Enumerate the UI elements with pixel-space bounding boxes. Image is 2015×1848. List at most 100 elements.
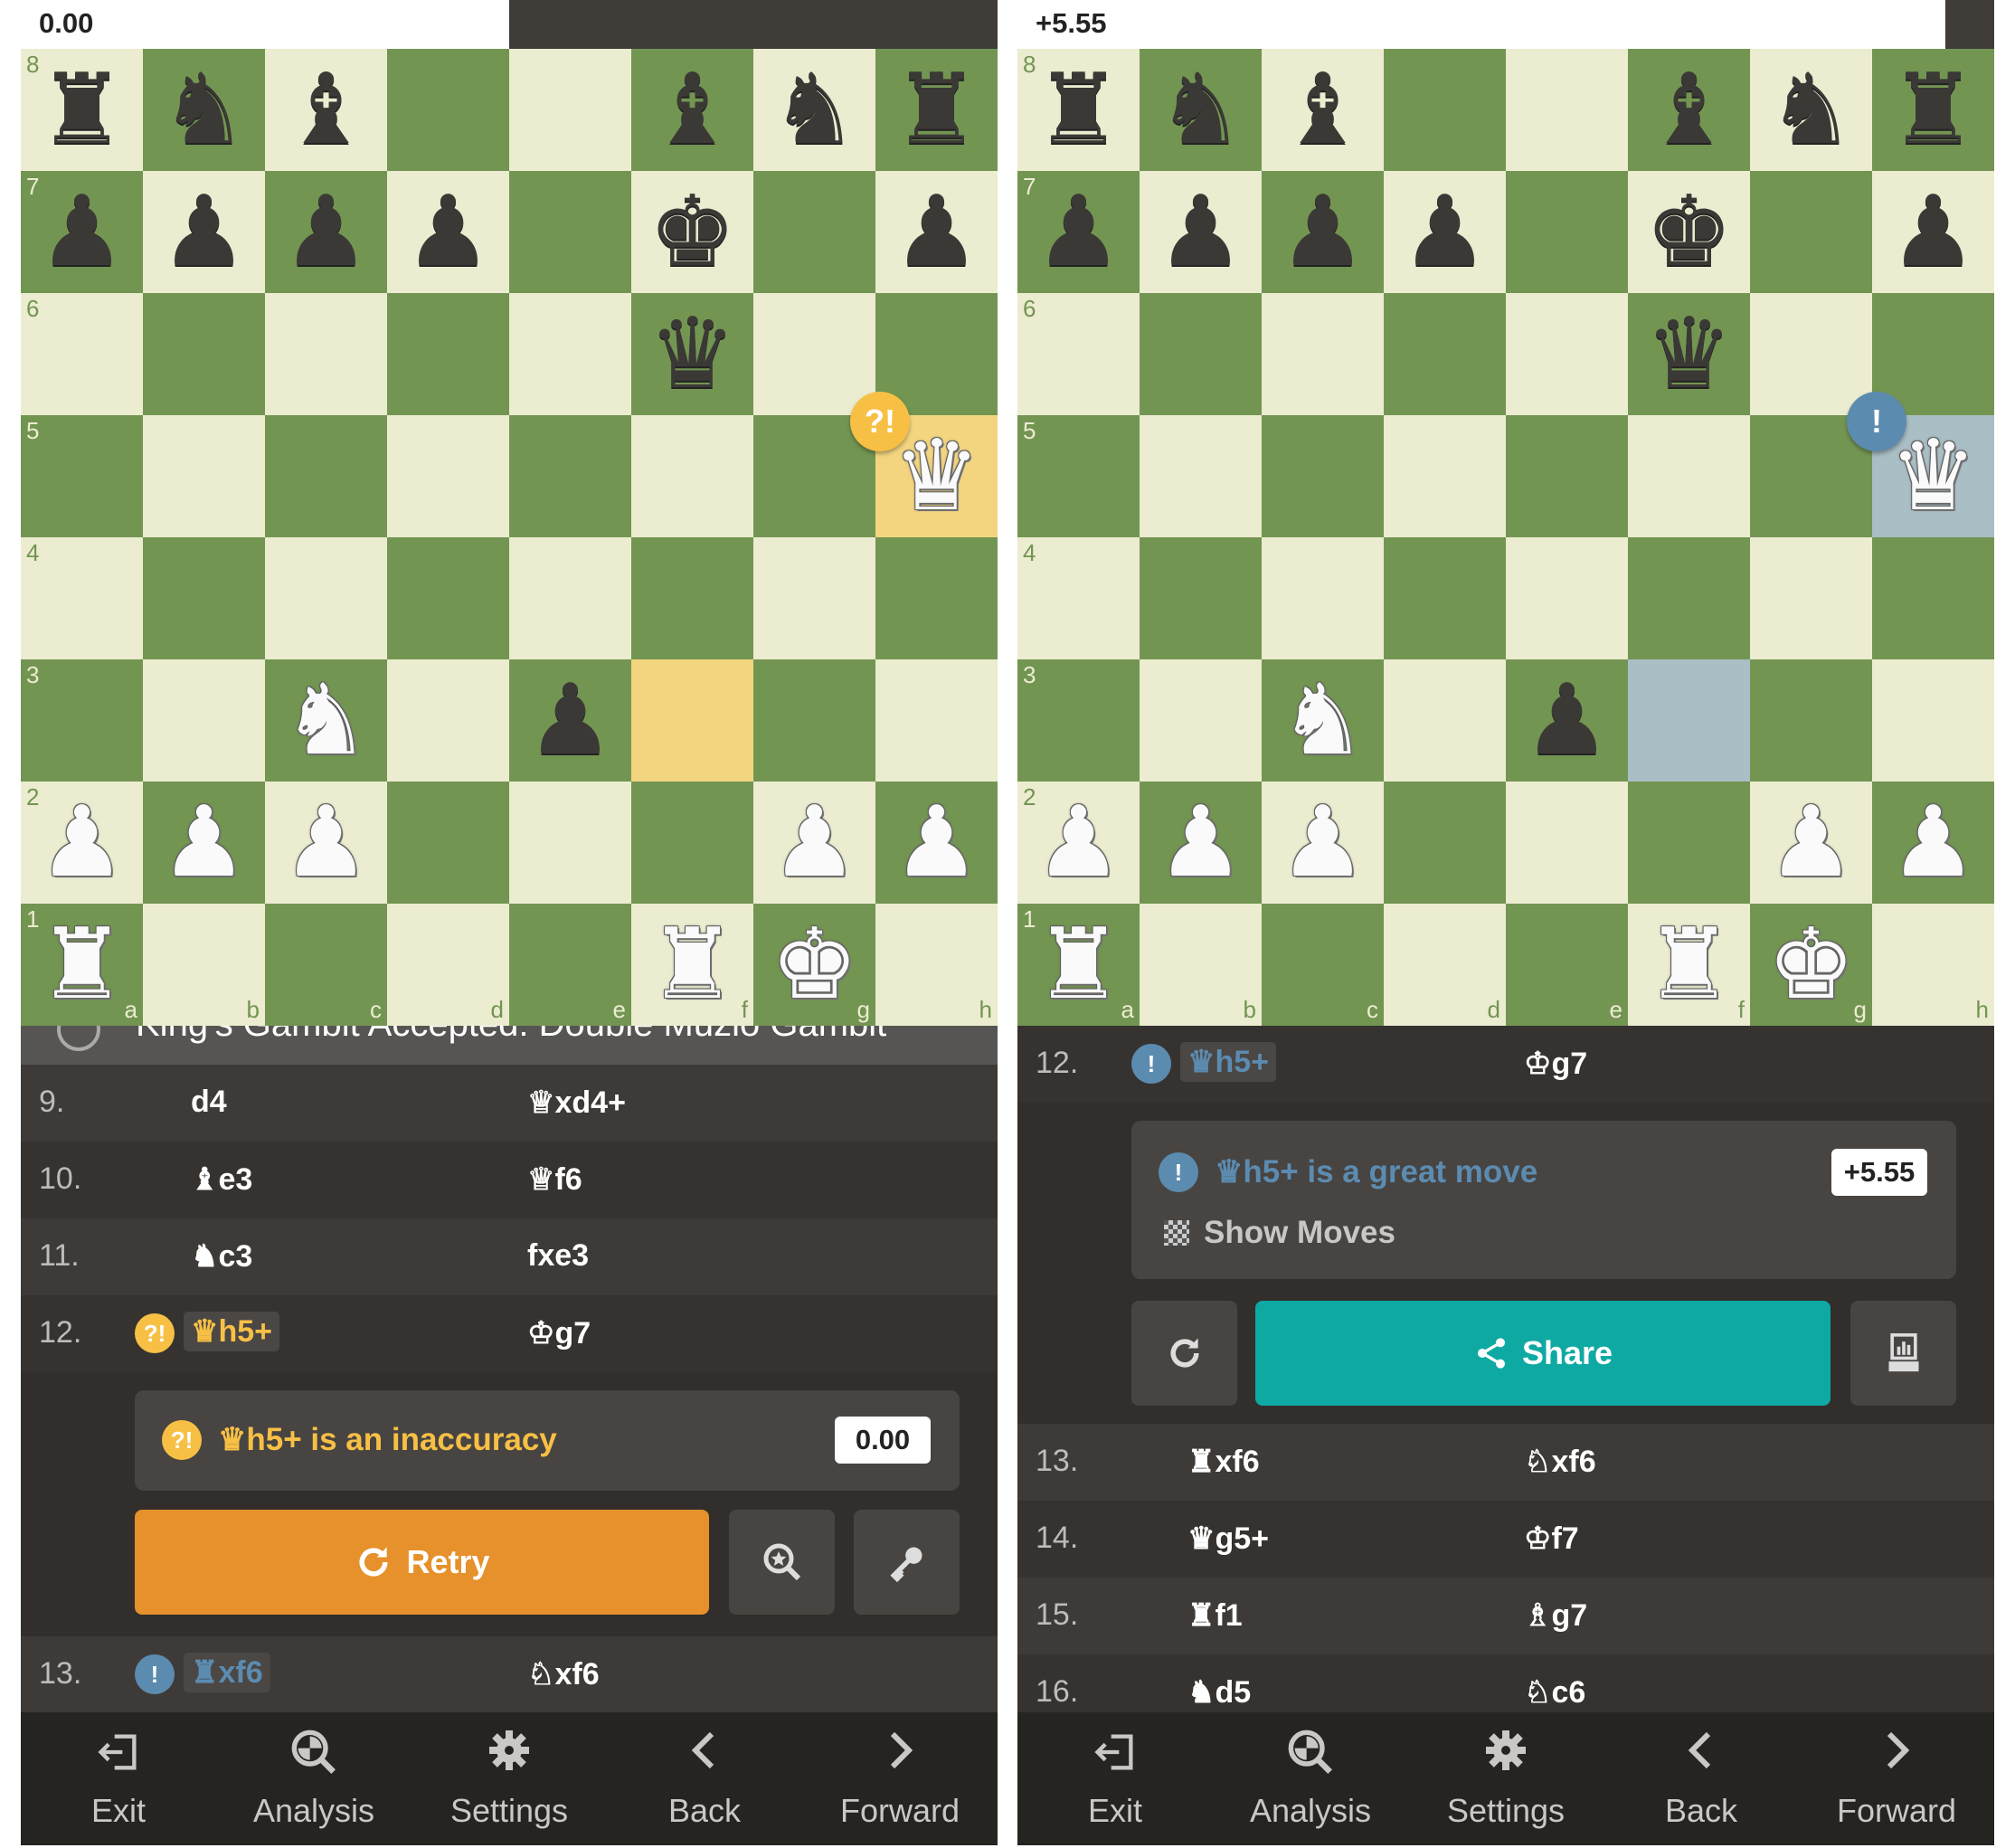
square-d3[interactable] <box>1384 659 1506 782</box>
square-f6[interactable]: ♛ <box>1628 293 1750 415</box>
white-pawn-icon[interactable]: ♟ <box>753 782 875 904</box>
square-c2[interactable]: ♟ <box>1262 782 1384 904</box>
square-c8[interactable]: ♝ <box>265 49 387 171</box>
black-king-icon[interactable]: ♚ <box>631 171 753 293</box>
black-pawn-icon[interactable]: ♟ <box>387 171 509 293</box>
nav-settings[interactable]: Settings <box>1408 1712 1603 1845</box>
square-h7[interactable]: ♟ <box>1872 171 1994 293</box>
black-move[interactable]: ♘c6 <box>1524 1674 1585 1711</box>
black-pawn-icon[interactable]: ♟ <box>143 171 265 293</box>
square-b4[interactable] <box>1140 537 1262 659</box>
square-e8[interactable] <box>509 49 631 171</box>
black-move[interactable]: ♕f6 <box>527 1161 582 1198</box>
white-pawn-icon[interactable]: ♟ <box>1262 782 1384 904</box>
black-knight-icon[interactable]: ♞ <box>1750 49 1872 171</box>
square-d1[interactable]: d <box>1384 904 1506 1026</box>
black-rook-icon[interactable]: ♜ <box>1872 49 1994 171</box>
move-list[interactable]: King's Gambit Accepted: Double Muzio Gam… <box>21 1026 998 1712</box>
square-c1[interactable]: c <box>265 904 387 1026</box>
square-a2[interactable]: ♟ 2 <box>21 782 143 904</box>
retry-button[interactable]: Retry <box>135 1510 709 1615</box>
square-c1[interactable]: c <box>1262 904 1384 1026</box>
square-a1[interactable]: ♜ 1 a <box>1017 904 1140 1026</box>
square-h3[interactable] <box>1872 659 1994 782</box>
square-g3[interactable] <box>753 659 875 782</box>
square-a6[interactable]: 6 <box>21 293 143 415</box>
black-bishop-icon[interactable]: ♝ <box>1262 49 1384 171</box>
white-knight-icon[interactable]: ♞ <box>265 659 387 782</box>
square-c7[interactable]: ♟ <box>1262 171 1384 293</box>
nav-back[interactable]: Back <box>607 1712 802 1845</box>
nav-analysis[interactable]: Analysis <box>216 1712 412 1845</box>
square-d5[interactable] <box>1384 415 1506 537</box>
key-button[interactable] <box>854 1510 960 1615</box>
square-f1[interactable]: ♜ f <box>1628 904 1750 1026</box>
square-h1[interactable]: h <box>875 904 998 1026</box>
show-moves-button[interactable]: Show Moves <box>1164 1215 1395 1251</box>
square-b5[interactable] <box>143 415 265 537</box>
black-bishop-icon[interactable]: ♝ <box>1628 49 1750 171</box>
square-e4[interactable] <box>509 537 631 659</box>
black-pawn-icon[interactable]: ♟ <box>1506 659 1628 782</box>
black-queen-icon[interactable]: ♛ <box>1628 293 1750 415</box>
square-b7[interactable]: ♟ <box>143 171 265 293</box>
square-f8[interactable]: ♝ <box>631 49 753 171</box>
square-f4[interactable] <box>631 537 753 659</box>
black-knight-icon[interactable]: ♞ <box>1140 49 1262 171</box>
white-move[interactable]: ♛h5+ <box>184 1312 280 1351</box>
square-b1[interactable]: b <box>143 904 265 1026</box>
square-d8[interactable] <box>387 49 509 171</box>
square-d4[interactable] <box>1384 537 1506 659</box>
square-h8[interactable]: ♜ <box>1872 49 1994 171</box>
square-e2[interactable] <box>1506 782 1628 904</box>
white-move[interactable]: ♛g5+ <box>1187 1521 1269 1557</box>
black-knight-icon[interactable]: ♞ <box>753 49 875 171</box>
white-knight-icon[interactable]: ♞ <box>1262 659 1384 782</box>
white-pawn-icon[interactable]: ♟ <box>265 782 387 904</box>
square-b3[interactable] <box>1140 659 1262 782</box>
square-c4[interactable] <box>1262 537 1384 659</box>
move-row[interactable]: 15. ♜f1 ♗g7 <box>1017 1578 1994 1654</box>
square-a7[interactable]: ♟ 7 <box>21 171 143 293</box>
black-move[interactable]: ♔f7 <box>1524 1521 1579 1557</box>
black-pawn-icon[interactable]: ♟ <box>1262 171 1384 293</box>
black-bishop-icon[interactable]: ♝ <box>265 49 387 171</box>
white-move[interactable]: ♜xf6 <box>1187 1444 1260 1480</box>
black-move[interactable]: ♘xf6 <box>527 1656 600 1692</box>
square-e5[interactable] <box>1506 415 1628 537</box>
square-c6[interactable] <box>1262 293 1384 415</box>
black-move[interactable]: fxe3 <box>527 1238 589 1274</box>
white-move[interactable]: ♞d5 <box>1187 1674 1251 1711</box>
square-g3[interactable] <box>1750 659 1872 782</box>
square-b3[interactable] <box>143 659 265 782</box>
move-row[interactable]: 14. ♛g5+ ♔f7 <box>1017 1501 1994 1578</box>
square-c5[interactable] <box>1262 415 1384 537</box>
black-king-icon[interactable]: ♚ <box>1628 171 1750 293</box>
square-g8[interactable]: ♞ <box>753 49 875 171</box>
share-button[interactable]: Share <box>1255 1301 1831 1406</box>
square-d8[interactable] <box>1384 49 1506 171</box>
white-pawn-icon[interactable]: ♟ <box>875 782 998 904</box>
white-move[interactable]: ♞c3 <box>191 1238 252 1275</box>
square-b5[interactable] <box>1140 415 1262 537</box>
square-b2[interactable]: ♟ <box>1140 782 1262 904</box>
nav-forward[interactable]: Forward <box>1799 1712 1994 1845</box>
square-g1[interactable]: ♚ g <box>1750 904 1872 1026</box>
square-a5[interactable]: 5 <box>21 415 143 537</box>
nav-exit[interactable]: Exit <box>21 1712 216 1845</box>
square-d2[interactable] <box>1384 782 1506 904</box>
square-b7[interactable]: ♟ <box>1140 171 1262 293</box>
square-f5[interactable] <box>1628 415 1750 537</box>
square-c2[interactable]: ♟ <box>265 782 387 904</box>
white-move[interactable]: ♛h5+ <box>1180 1042 1277 1082</box>
white-pawn-icon[interactable]: ♟ <box>1872 782 1994 904</box>
move-row[interactable]: 16. ♞d5 ♘c6 <box>1017 1654 1994 1712</box>
square-a8[interactable]: ♜ 8 <box>1017 49 1140 171</box>
square-a1[interactable]: ♜ 1 a <box>21 904 143 1026</box>
square-e2[interactable] <box>509 782 631 904</box>
square-b6[interactable] <box>143 293 265 415</box>
move-row[interactable]: 13. ♜xf6 ♘xf6 <box>1017 1424 1994 1501</box>
square-a3[interactable]: 3 <box>1017 659 1140 782</box>
white-rook-icon[interactable]: ♜ <box>631 904 753 1026</box>
black-pawn-icon[interactable]: ♟ <box>265 171 387 293</box>
